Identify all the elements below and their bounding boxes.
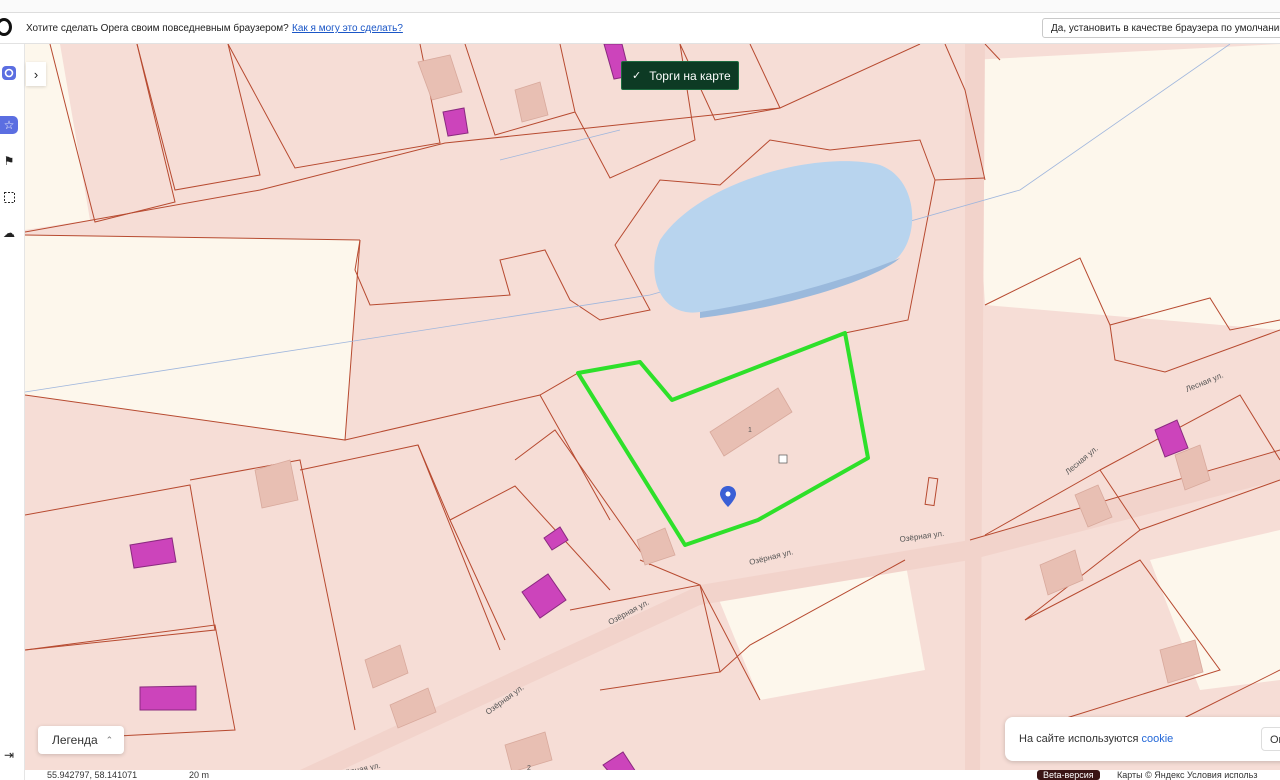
search-icon[interactable]: [0, 64, 18, 82]
beta-badge[interactable]: Beta-версия: [1037, 770, 1100, 780]
set-default-browser-button[interactable]: Да, установить в качестве браузера по ум…: [1042, 18, 1280, 38]
star-icon[interactable]: ☆: [0, 116, 18, 134]
cloud-icon[interactable]: ☁: [0, 224, 18, 242]
browser-tab-strip: [0, 0, 1280, 13]
map-credits[interactable]: Карты © Яндекс Условия использ: [1117, 770, 1257, 780]
legend-label: Легенда: [52, 733, 98, 747]
chevron-right-icon: ›: [33, 66, 39, 82]
chevron-up-icon: ⌃: [105, 734, 114, 745]
cookie-banner: На сайте используются cookie Ок: [1005, 717, 1280, 761]
opera-sidebar: ☆ ⚑ ☁ ⇥: [0, 44, 25, 780]
cadastral-map[interactable]: Озёрная ул. Озёрная ул. Озёрная ул. Озёр…: [25, 44, 1280, 780]
cookie-ok-button[interactable]: Ок: [1261, 727, 1280, 751]
toast-text: Торги на карте: [649, 68, 731, 83]
opera-logo-icon: [0, 18, 12, 36]
default-browser-infobar: Хотите сделать Opera своим повседневным …: [0, 13, 1280, 44]
check-icon: ✓: [632, 70, 642, 82]
expand-panel-button[interactable]: ›: [26, 62, 46, 86]
infobar-text: Хотите сделать Opera своим повседневным …: [26, 23, 289, 34]
coordinates: 55.942797, 58.141071: [47, 770, 138, 780]
watermark: Avito: [1176, 738, 1231, 763]
logout-icon[interactable]: ⇥: [0, 746, 18, 764]
select-icon[interactable]: [0, 188, 18, 206]
scale-label: 20 m: [189, 770, 210, 780]
cookie-text: На сайте используются: [1019, 733, 1139, 745]
flag-icon[interactable]: ⚑: [0, 152, 18, 170]
legend-button[interactable]: Легенда ⌃: [38, 726, 124, 754]
auctions-on-map-toast[interactable]: ✓ Торги на карте: [621, 61, 739, 90]
cookie-link[interactable]: cookie: [1141, 733, 1173, 745]
infobar-help-link[interactable]: Как я могу это сделать?: [292, 23, 403, 34]
building-number: 1: [748, 427, 752, 434]
small-structure: [778, 454, 788, 464]
map-status-bar: 55.942797, 58.141071 20 m Beta-версия Ка…: [25, 770, 1280, 780]
